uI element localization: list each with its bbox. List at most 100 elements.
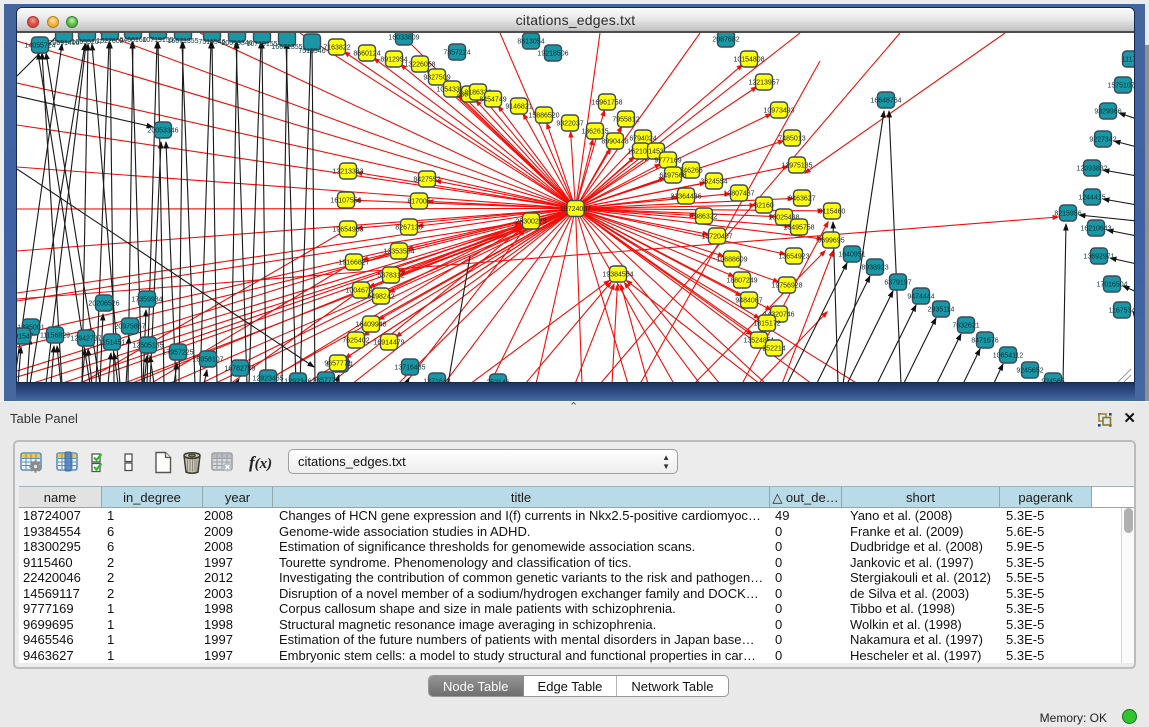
svg-text:9474444: 9474444	[907, 294, 934, 301]
svg-text:9322037: 9322037	[556, 121, 583, 128]
svg-text:16958107: 16958107	[192, 357, 223, 364]
svg-text:1292346: 1292346	[284, 379, 311, 384]
svg-text:6379197: 6379197	[884, 280, 911, 287]
svg-text:8660124: 8660124	[353, 51, 380, 58]
svg-text:8990448: 8990448	[601, 139, 628, 146]
svg-text:1815172: 1815172	[753, 321, 780, 328]
svg-text:3624554: 3624554	[700, 179, 727, 186]
svg-text:12923465: 12923465	[252, 376, 283, 383]
svg-text:7163822: 7163822	[323, 45, 350, 52]
svg-text:1640951: 1640951	[838, 252, 865, 259]
svg-text:13654923: 13654923	[778, 254, 809, 261]
svg-text:10688609: 10688609	[716, 257, 747, 264]
svg-text:16409948: 16409948	[355, 322, 386, 329]
svg-text:18724007: 18724007	[560, 206, 591, 213]
svg-text:21364436: 21364436	[670, 194, 701, 201]
svg-text:15886520: 15886520	[528, 113, 559, 120]
svg-text:16033809: 16033809	[388, 35, 419, 42]
svg-text:9657771: 9657771	[312, 378, 339, 384]
svg-text:13226058: 13226058	[404, 62, 435, 69]
svg-text:13692971: 13692971	[1083, 254, 1114, 261]
svg-text:9777169: 9777169	[654, 158, 681, 165]
svg-text:12975135: 12975135	[781, 163, 812, 170]
svg-text:1362615: 1362615	[581, 129, 608, 136]
svg-text:12353584: 12353584	[383, 249, 414, 256]
svg-text:9657771: 9657771	[324, 361, 351, 368]
svg-text:252146: 252146	[486, 380, 509, 384]
svg-text:9699695: 9699695	[817, 238, 844, 245]
svg-text:7632621: 7632621	[952, 323, 979, 330]
svg-text:2935114: 2935114	[928, 307, 955, 314]
svg-text:12942737: 12942737	[70, 336, 101, 343]
svg-text:19218506: 19218506	[537, 51, 568, 58]
svg-text:16648764: 16648764	[870, 98, 901, 105]
svg-text:6497568: 6497568	[659, 173, 686, 180]
svg-text:924565: 924565	[1041, 379, 1064, 384]
svg-text:8471676: 8471676	[971, 338, 998, 345]
svg-text:252214: 252214	[762, 346, 785, 353]
svg-text:8813054: 8813054	[517, 39, 544, 46]
svg-text:16107556: 16107556	[330, 198, 361, 205]
svg-text:12505135: 12505135	[132, 343, 163, 350]
svg-text:7485013: 7485013	[778, 136, 805, 143]
svg-text:9329966: 9329966	[1094, 109, 1121, 116]
svg-text:9115460: 9115460	[819, 209, 846, 216]
svg-text:12093832: 12093832	[1076, 166, 1107, 173]
svg-text:9245652: 9245652	[1016, 368, 1043, 375]
svg-text:16782759: 16782759	[224, 366, 255, 373]
svg-text:6794024: 6794024	[629, 136, 656, 143]
svg-text:19756928: 19756928	[771, 283, 802, 290]
svg-text:9484067: 9484067	[735, 298, 762, 305]
svg-text:10654112: 10654112	[993, 353, 1024, 360]
svg-text:8267130: 8267130	[395, 225, 422, 232]
svg-text:8215956: 8215956	[1054, 211, 1081, 218]
svg-text:391547: 391547	[17, 334, 34, 341]
svg-text:20975867: 20975867	[114, 324, 145, 331]
svg-text:19654983: 19654983	[332, 227, 363, 234]
svg-text:9463627: 9463627	[788, 196, 815, 203]
svg-text:817006: 817006	[407, 199, 430, 206]
svg-text:16210643: 16210643	[1080, 226, 1111, 233]
svg-text:2087682: 2087682	[712, 37, 739, 44]
svg-text:11156829: 11156829	[40, 333, 70, 340]
svg-text:15751074: 15751074	[1107, 83, 1134, 90]
svg-text:16671355: 16671355	[167, 38, 198, 45]
svg-text:9227342: 9227342	[1089, 137, 1116, 144]
svg-text:17016504: 17016504	[1096, 282, 1127, 289]
svg-text:19384554: 19384554	[602, 272, 633, 279]
svg-text:13716485: 13716485	[394, 365, 425, 372]
svg-text:7955812: 7955812	[612, 117, 639, 124]
svg-text:5878312: 5878312	[377, 273, 404, 280]
svg-text:7625402: 7625402	[342, 338, 369, 345]
svg-text:17957225: 17957225	[162, 350, 193, 357]
svg-text:20206526: 20206526	[88, 301, 119, 308]
svg-text:8427552: 8427552	[413, 177, 440, 184]
svg-text:12213383: 12213383	[332, 169, 363, 176]
svg-text:8938923: 8938923	[861, 265, 888, 272]
svg-text:7986322: 7986322	[690, 214, 717, 221]
svg-text:16914479: 16914479	[373, 340, 404, 347]
svg-text:17359934: 17359934	[131, 297, 162, 304]
svg-text:5498242: 5498242	[367, 294, 394, 301]
svg-text:16961758: 16961758	[591, 100, 622, 107]
svg-text:7515546: 7515546	[298, 48, 325, 55]
svg-text:1244415: 1244415	[1078, 195, 1105, 202]
svg-text:20053346: 20053346	[147, 128, 178, 135]
svg-text:25300273: 25300273	[515, 219, 546, 226]
svg-text:1151451: 1151451	[99, 340, 126, 347]
svg-text:18807249: 18807249	[726, 278, 757, 285]
svg-text:8454749: 8454749	[479, 97, 506, 104]
svg-text:62160: 62160	[754, 203, 774, 210]
svg-text:10154808: 10154808	[733, 57, 764, 64]
svg-text:19166827: 19166827	[338, 260, 369, 267]
svg-text:15720407: 15720407	[701, 234, 732, 241]
svg-text:13495758: 13495758	[783, 225, 814, 232]
svg-text:9146821: 9146821	[505, 104, 532, 111]
svg-text:7357224: 7357224	[443, 50, 470, 57]
svg-text:12213957: 12213957	[748, 80, 779, 87]
svg-text:1167534: 1167534	[1109, 308, 1134, 315]
svg-text:14055724: 14055724	[24, 43, 55, 50]
svg-text:11175: 11175	[1122, 57, 1134, 64]
svg-text:10807487: 10807487	[723, 191, 754, 198]
svg-text:1371648: 1371648	[423, 379, 450, 384]
